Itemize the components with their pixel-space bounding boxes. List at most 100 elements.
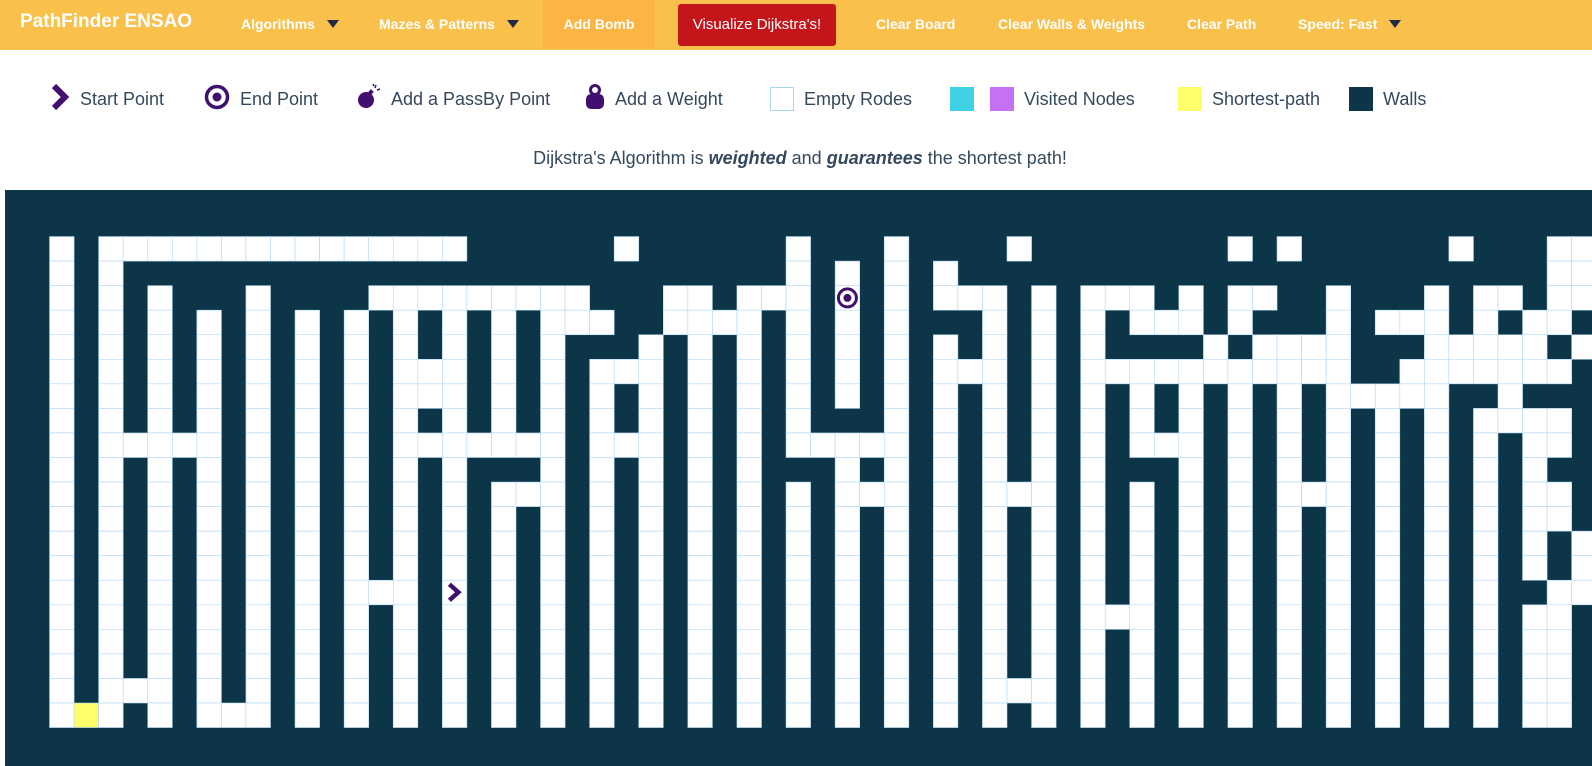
empty-node[interactable] <box>491 702 517 728</box>
empty-node[interactable] <box>982 285 1008 311</box>
empty-node[interactable] <box>1497 285 1523 311</box>
empty-node[interactable] <box>392 579 419 606</box>
empty-node[interactable] <box>1522 506 1548 532</box>
add-bomb-button[interactable]: Add Bomb <box>543 0 655 48</box>
empty-node[interactable] <box>1325 702 1352 728</box>
empty-node[interactable] <box>540 702 566 728</box>
empty-node[interactable] <box>1473 432 1499 458</box>
empty-node[interactable] <box>49 530 75 556</box>
empty-node[interactable] <box>810 432 836 458</box>
empty-node[interactable] <box>933 359 959 385</box>
empty-node[interactable] <box>736 334 762 360</box>
empty-node[interactable] <box>1178 383 1204 409</box>
empty-node[interactable] <box>1080 506 1106 532</box>
empty-node[interactable] <box>785 236 811 262</box>
empty-node[interactable] <box>1374 653 1401 679</box>
empty-node[interactable] <box>883 359 910 385</box>
empty-node[interactable] <box>1374 555 1401 581</box>
empty-node[interactable] <box>147 383 173 409</box>
empty-node[interactable] <box>343 653 369 679</box>
empty-node[interactable] <box>736 359 762 385</box>
empty-node[interactable] <box>1276 481 1302 507</box>
empty-node[interactable] <box>1080 457 1106 483</box>
empty-node[interactable] <box>1546 653 1572 679</box>
empty-node[interactable] <box>540 432 566 458</box>
empty-node[interactable] <box>785 260 811 286</box>
empty-node[interactable] <box>638 653 664 679</box>
empty-node[interactable] <box>270 236 296 262</box>
empty-node[interactable] <box>1227 309 1253 336</box>
empty-node[interactable] <box>785 702 811 728</box>
empty-node[interactable] <box>122 432 149 458</box>
empty-node[interactable] <box>1178 629 1204 655</box>
empty-node[interactable] <box>1203 359 1229 385</box>
empty-node[interactable] <box>589 530 615 556</box>
empty-node[interactable] <box>1497 334 1523 360</box>
empty-node[interactable] <box>1325 604 1352 630</box>
empty-node[interactable] <box>883 236 910 262</box>
speed-menu[interactable]: Speed: Fast <box>1298 0 1402 48</box>
empty-node[interactable] <box>417 359 443 385</box>
empty-node[interactable] <box>245 309 271 336</box>
empty-node[interactable] <box>49 432 75 458</box>
empty-node[interactable] <box>687 481 713 507</box>
empty-node[interactable] <box>147 555 173 581</box>
empty-node[interactable] <box>1276 408 1302 434</box>
empty-node[interactable] <box>1325 285 1352 311</box>
empty-node[interactable] <box>638 555 664 581</box>
empty-node[interactable] <box>515 285 541 311</box>
empty-node[interactable] <box>1276 432 1302 458</box>
empty-node[interactable] <box>147 702 173 728</box>
empty-node[interactable] <box>687 604 713 630</box>
empty-node[interactable] <box>343 408 369 434</box>
empty-node[interactable] <box>1571 236 1592 262</box>
empty-node[interactable] <box>1374 408 1401 434</box>
empty-node[interactable] <box>736 506 762 532</box>
empty-node[interactable] <box>196 236 222 262</box>
empty-node[interactable] <box>392 702 419 728</box>
empty-node[interactable] <box>196 432 222 458</box>
empty-node[interactable] <box>49 579 75 606</box>
empty-node[interactable] <box>1276 530 1302 556</box>
empty-node[interactable] <box>1301 334 1327 360</box>
empty-node[interactable] <box>343 506 369 532</box>
empty-node[interactable] <box>1374 432 1401 458</box>
empty-node[interactable] <box>491 408 517 434</box>
empty-node[interactable] <box>933 678 959 704</box>
empty-node[interactable] <box>1424 579 1450 606</box>
empty-node[interactable] <box>442 629 468 655</box>
empty-node[interactable] <box>442 334 468 360</box>
empty-node[interactable] <box>1374 702 1401 728</box>
empty-node[interactable] <box>392 653 419 679</box>
empty-node[interactable] <box>1424 629 1450 655</box>
empty-node[interactable] <box>883 702 910 728</box>
empty-node[interactable] <box>589 678 615 704</box>
empty-node[interactable] <box>1301 481 1327 507</box>
empty-node[interactable] <box>1031 702 1057 728</box>
empty-node[interactable] <box>1571 555 1592 581</box>
empty-node[interactable] <box>245 383 271 409</box>
empty-node[interactable] <box>221 702 247 728</box>
empty-node[interactable] <box>245 457 271 483</box>
empty-node[interactable] <box>1424 408 1450 434</box>
empty-node[interactable] <box>736 604 762 630</box>
empty-node[interactable] <box>49 604 75 630</box>
empty-node[interactable] <box>540 555 566 581</box>
empty-node[interactable] <box>98 432 124 458</box>
empty-node[interactable] <box>1080 481 1106 507</box>
empty-node[interactable] <box>122 678 149 704</box>
empty-node[interactable] <box>147 530 173 556</box>
empty-node[interactable] <box>343 678 369 704</box>
empty-node[interactable] <box>589 481 615 507</box>
empty-node[interactable] <box>883 260 910 286</box>
empty-node[interactable] <box>1080 653 1106 679</box>
empty-node[interactable] <box>834 555 861 581</box>
empty-node[interactable] <box>1178 481 1204 507</box>
empty-node[interactable] <box>1227 383 1253 409</box>
empty-node[interactable] <box>98 260 124 286</box>
empty-node[interactable] <box>294 604 320 630</box>
empty-node[interactable] <box>392 506 419 532</box>
empty-node[interactable] <box>245 432 271 458</box>
empty-node[interactable] <box>933 604 959 630</box>
empty-node[interactable] <box>1571 334 1592 360</box>
